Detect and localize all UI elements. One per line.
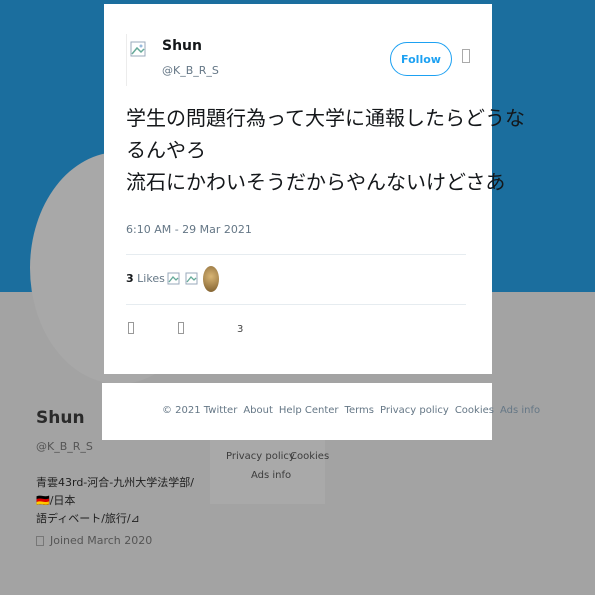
likes-label: Likes — [137, 272, 165, 285]
footer-link-privacy-policy[interactable]: Privacy policy — [380, 405, 449, 416]
footer-link-cookies[interactable]: Cookies — [290, 451, 329, 462]
tweet-text-line: 学生の問題行為って大学に通報したらどうな — [126, 106, 525, 130]
follow-button[interactable]: Follow — [390, 42, 452, 76]
divider — [126, 304, 466, 305]
profile-joined-text: Joined March 2020 — [50, 534, 153, 547]
profile-joined: Joined March 2020 — [36, 534, 152, 547]
liker-avatar[interactable] — [203, 266, 219, 292]
footer-link-ads-info[interactable]: Ads info — [500, 405, 540, 416]
footer-link-ads-info[interactable]: Ads info — [251, 470, 291, 481]
tweet-text-line: 流石にかわいそうだからやんないけどさあ — [126, 170, 506, 194]
profile-bio-line: 語ディベート/旅行/⊿ — [36, 512, 140, 525]
profile-bio: 青雲43rd-河合-九州大学法学部/🇩🇪/日本 語ディベート/旅行/⊿ — [36, 474, 206, 528]
liker-avatar-broken-image-icon[interactable] — [166, 267, 182, 293]
author-handle[interactable]: @K_B_R_S — [162, 64, 219, 77]
profile-handle: @K_B_R_S — [36, 440, 93, 453]
like-action-count[interactable]: 3 — [237, 324, 243, 335]
reply-icon[interactable] — [128, 322, 134, 334]
calendar-icon — [36, 535, 44, 546]
footer-link-privacy[interactable]: Privacy policy — [226, 451, 295, 462]
footer-link-about[interactable]: About — [243, 405, 273, 416]
divider — [126, 254, 466, 255]
more-icon[interactable] — [462, 49, 470, 63]
profile-name: Shun — [36, 408, 85, 428]
profile-bio-line: 青雲43rd-河合-九州大学法学部/🇩🇪/日本 — [36, 476, 194, 507]
retweet-icon[interactable] — [178, 322, 184, 334]
tweet-timestamp[interactable]: 6:10 AM - 29 Mar 2021 — [126, 223, 252, 236]
broken-image-icon — [130, 41, 146, 57]
footer-links: © 2021 Twitter About Help Center Terms P… — [162, 405, 540, 416]
footer-copyright: © 2021 Twitter — [162, 405, 238, 416]
likes-count: 3 — [126, 272, 134, 285]
screenshot-frame: Shun @K_B_R_S 青雲43rd-河合-九州大学法学部/🇩🇪/日本 語デ… — [0, 0, 595, 595]
tweet-modal: Shun @K_B_R_S Follow 学生の問題行為って大学に通報したらどう… — [104, 4, 525, 374]
tweet-text-line: るんやろ — [126, 138, 206, 162]
author-name[interactable]: Shun — [162, 38, 202, 54]
footer-strip: © 2021 Twitter About Help Center Terms P… — [102, 383, 540, 440]
tweet-text: 学生の問題行為って大学に通報したらどうな るんやろ 流石にかわいそうだからやんな… — [126, 102, 525, 198]
likes-stat[interactable]: 3 Likes — [126, 272, 165, 285]
footer-link-terms[interactable]: Terms — [345, 405, 374, 416]
author-avatar[interactable] — [126, 34, 157, 86]
footer-link-help-center[interactable]: Help Center — [279, 405, 339, 416]
footer-link-cookies[interactable]: Cookies — [455, 405, 494, 416]
liker-avatar-broken-image-icon[interactable] — [184, 267, 200, 293]
